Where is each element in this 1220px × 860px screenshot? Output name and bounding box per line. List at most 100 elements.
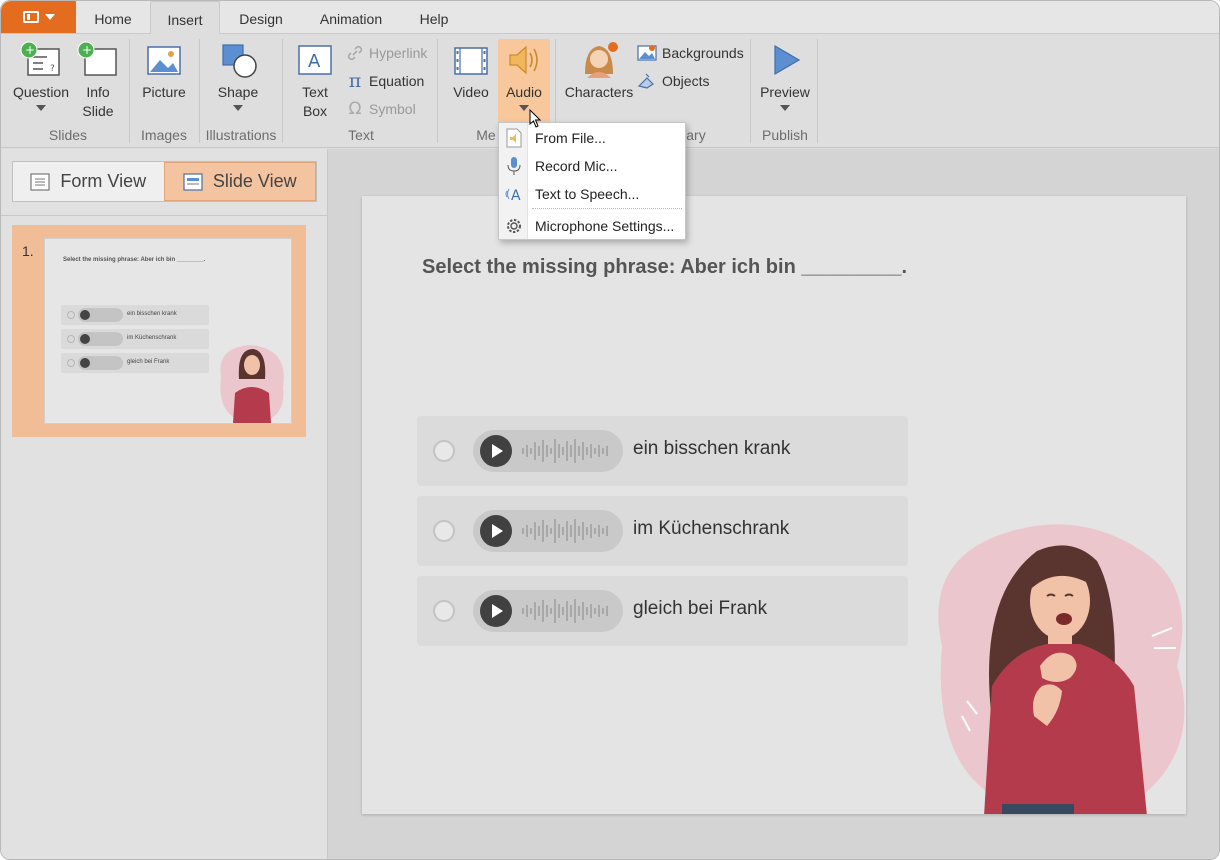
objects-button[interactable]: Objects (637, 70, 709, 92)
ribbon-divider (750, 39, 751, 143)
answer-option[interactable]: gleich bei Frank (417, 576, 908, 646)
audio-player[interactable] (473, 590, 623, 632)
question-icon: ? + (20, 41, 60, 76)
svg-text:+: + (82, 43, 92, 57)
gear-icon (499, 217, 528, 235)
play-icon[interactable] (480, 435, 512, 467)
list-icon (30, 172, 51, 191)
audio-dropdown-menu: From File... Record Mic... A Text to Spe… (498, 122, 686, 240)
svg-text:A: A (511, 188, 521, 204)
group-label-illustrations: Illustrations (205, 127, 277, 143)
waveform-icon (522, 599, 608, 623)
audio-button[interactable]: Audio (501, 40, 547, 111)
backgrounds-icon (637, 45, 657, 61)
answer-option[interactable]: im Küchenschrank (417, 496, 908, 566)
slide-view-tab[interactable]: Slide View (163, 162, 316, 201)
form-view-tab[interactable]: Form View (13, 162, 164, 201)
microphone-icon (499, 156, 528, 176)
tab-design[interactable]: Design (225, 1, 297, 34)
svg-text:?: ? (50, 64, 55, 74)
preview-button[interactable]: Preview (757, 40, 813, 111)
video-button[interactable]: Video (449, 40, 493, 102)
answer-radio[interactable] (433, 520, 455, 542)
tab-animation[interactable]: Animation (305, 1, 397, 34)
shape-button[interactable]: Shape (211, 40, 265, 111)
audio-file-icon (499, 128, 528, 148)
text-box-icon: A (298, 45, 332, 75)
characters-button[interactable]: Characters (563, 40, 635, 102)
tab-insert[interactable]: Insert (150, 1, 220, 35)
slide-canvas: Select the missing phrase: Aber ich bin … (328, 149, 1219, 859)
slide-thumbnail-selected[interactable]: 1. Select the missing phrase: Aber ich b… (12, 225, 306, 437)
mouse-cursor-icon (529, 109, 542, 128)
pi-icon: π (348, 70, 362, 92)
thumbnail-option: im Küchenschrank (61, 329, 209, 349)
app-menu-icon (22, 11, 39, 23)
hyperlink-button[interactable]: Hyperlink (346, 42, 427, 64)
question-text[interactable]: Select the missing phrase: Aber ich bin … (422, 256, 907, 279)
ribbon-divider (817, 39, 818, 143)
speaker-icon (509, 45, 538, 75)
menu-item-from-file[interactable]: From File... (499, 124, 685, 152)
app-window: Home Insert Design Animation Help ? + Qu… (0, 0, 1220, 860)
panel-divider (1, 215, 327, 216)
group-label-slides: Slides (48, 127, 88, 143)
play-icon[interactable] (480, 595, 512, 627)
picture-button[interactable]: Picture (139, 40, 189, 102)
picture-icon (147, 46, 181, 75)
play-icon[interactable] (480, 515, 512, 547)
thumbnail-option: ein bisschen krank (61, 305, 209, 325)
answer-radio[interactable] (433, 440, 455, 462)
chevron-down-icon (780, 105, 790, 111)
menu-item-record-mic[interactable]: Record Mic... (499, 152, 685, 180)
chevron-down-icon (519, 105, 529, 111)
group-label-publish: Publish (762, 127, 808, 143)
answer-radio[interactable] (433, 600, 455, 622)
ribbon-divider (282, 39, 283, 143)
menu-item-microphone-settings[interactable]: Microphone Settings... (499, 212, 685, 240)
chevron-down-icon (44, 14, 55, 20)
ribbon-divider (129, 39, 130, 143)
thumbnail-question: Select the missing phrase: Aber ich bin … (63, 257, 206, 263)
film-icon (454, 47, 488, 75)
text-box-button[interactable]: A Text Box (293, 40, 337, 121)
info-slide-button[interactable]: + Info Slide (75, 40, 121, 121)
group-label-images: Images (141, 127, 187, 143)
symbol-button[interactable]: Ω Symbol (346, 98, 416, 120)
character-icon (585, 42, 618, 78)
sick-woman-illustration[interactable] (922, 516, 1186, 814)
chevron-down-icon (36, 105, 46, 111)
answer-text: gleich bei Frank (633, 598, 768, 619)
omega-icon: Ω (348, 99, 362, 119)
app-menu-button[interactable] (1, 1, 76, 33)
answer-option[interactable]: ein bisschen krank (417, 416, 908, 486)
ribbon-divider (437, 39, 438, 143)
waveform-icon (522, 519, 608, 543)
text-to-speech-icon: A (499, 184, 528, 204)
objects-icon (637, 73, 654, 89)
slide: Select the missing phrase: Aber ich bin … (362, 196, 1186, 814)
ribbon-tab-bar: Home Insert Design Animation Help (1, 1, 1219, 35)
equation-button[interactable]: π Equation (346, 70, 425, 92)
waveform-icon (522, 439, 608, 463)
group-label-text: Text (348, 127, 374, 143)
audio-player[interactable] (473, 510, 623, 552)
shape-icon (222, 44, 257, 78)
answer-text: ein bisschen krank (633, 438, 791, 459)
play-icon (774, 44, 801, 76)
tab-help[interactable]: Help (405, 1, 463, 34)
group-label-media: Me (476, 127, 496, 143)
backgrounds-button[interactable]: Backgrounds (637, 42, 744, 64)
thumbnail-character-illustration (220, 345, 284, 423)
view-switcher: Form View Slide View (12, 161, 317, 202)
tab-home[interactable]: Home (81, 1, 145, 34)
info-slide-icon: + (77, 41, 117, 76)
thumbnail-option: gleich bei Frank (61, 353, 209, 373)
menu-item-text-to-speech[interactable]: A Text to Speech... (499, 180, 685, 208)
question-button[interactable]: ? + Question (9, 40, 73, 111)
audio-player[interactable] (473, 430, 623, 472)
ribbon-divider (199, 39, 200, 143)
slide-number: 1. (22, 243, 34, 259)
svg-text:+: + (25, 43, 35, 57)
link-icon (347, 45, 363, 61)
